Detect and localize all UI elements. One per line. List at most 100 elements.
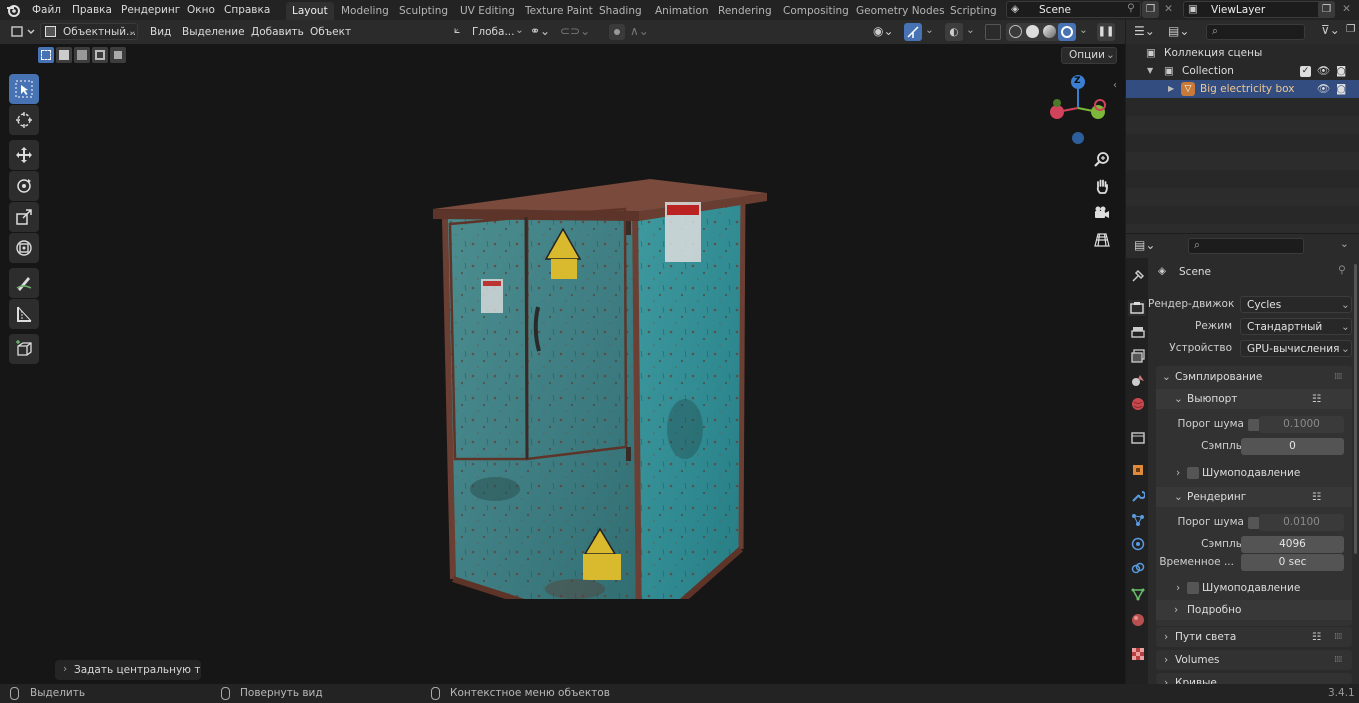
tab-geometry-nodes[interactable]: Geometry Nodes bbox=[850, 2, 951, 20]
solid-shading-icon[interactable] bbox=[1026, 25, 1039, 38]
outliner-row-object[interactable]: ▶ ▽ Big electricity box 👁 ◙ bbox=[1126, 80, 1359, 98]
3d-viewport[interactable]: Опции ⌄ Z ‹ › Задать центральную т bbox=[0, 44, 1125, 684]
rendered-shading-button[interactable] bbox=[1058, 23, 1076, 41]
tool-tab-icon[interactable] bbox=[1130, 268, 1146, 284]
last-operator-panel[interactable]: › Задать центральную точк bbox=[55, 660, 201, 680]
tool-scale[interactable] bbox=[9, 202, 39, 232]
new-scene-icon[interactable]: ❐ bbox=[1142, 1, 1159, 18]
transform-orientation-selector[interactable]: ⟀ Глоба... ⌄ bbox=[452, 23, 524, 40]
drag-handle-icon[interactable]: ⁞⁞⁞⁞ bbox=[1334, 650, 1343, 670]
pivot-point-icon[interactable]: ⚭⌄ bbox=[530, 24, 550, 38]
render-engine-dropdown[interactable]: Cycles ⌄ bbox=[1240, 296, 1352, 313]
outliner-row-collection[interactable]: ▼ ▣ Collection ✓ 👁 ◙ bbox=[1126, 62, 1359, 80]
render-denoise-checkbox[interactable] bbox=[1187, 582, 1199, 594]
tab-uv-editing[interactable]: UV Editing bbox=[454, 2, 521, 20]
object-tab-icon[interactable] bbox=[1130, 462, 1146, 478]
render-subpanel-header[interactable]: ⌄ Рендеринг ☷ bbox=[1156, 487, 1352, 507]
collection-tab-icon[interactable] bbox=[1130, 430, 1146, 446]
blender-logo-icon[interactable] bbox=[6, 3, 21, 17]
display-mode-icon[interactable]: ▤⌄ bbox=[1168, 24, 1189, 38]
tab-modeling[interactable]: Modeling bbox=[335, 2, 395, 20]
viewport-denoise-checkbox[interactable] bbox=[1187, 467, 1199, 479]
disclosure-triangle-icon[interactable]: ▼ bbox=[1147, 62, 1153, 80]
chevron-down-icon[interactable]: ⌄ bbox=[966, 24, 975, 36]
drag-handle-icon[interactable]: ⁞⁞⁞⁞ bbox=[1334, 627, 1343, 647]
presets-list-icon[interactable]: ☷ bbox=[1312, 627, 1321, 647]
menu-help[interactable]: Справка bbox=[219, 2, 275, 18]
viewport-subpanel-header[interactable]: ⌄ Выюпорт ☷ bbox=[1156, 389, 1352, 409]
viewport-noise-threshold-field[interactable]: 0.1000 bbox=[1259, 416, 1344, 433]
drag-handle-icon[interactable]: ⁞⁞⁞⁞ bbox=[1334, 367, 1343, 387]
zoom-icon[interactable] bbox=[1091, 148, 1113, 170]
filter-icon[interactable]: ⊽⌄ bbox=[1321, 23, 1340, 37]
new-collection-icon[interactable]: ❐ bbox=[1346, 23, 1355, 35]
volumes-panel[interactable]: › Volumes ⁞⁞⁞⁞ bbox=[1156, 650, 1352, 670]
viewport-samples-field[interactable]: 0 bbox=[1241, 438, 1344, 455]
options-dropdown[interactable]: Опции ⌄ bbox=[1061, 47, 1117, 64]
tool-add-cube[interactable] bbox=[9, 334, 39, 364]
pin-icon[interactable]: ⚲ bbox=[1127, 2, 1135, 14]
view-layer-tab-icon[interactable] bbox=[1130, 348, 1146, 364]
scene-tab-icon[interactable] bbox=[1130, 372, 1146, 388]
modifier-tab-icon[interactable] bbox=[1130, 488, 1146, 504]
gizmo-toggle-button[interactable] bbox=[904, 23, 922, 41]
physics-tab-icon[interactable] bbox=[1130, 536, 1146, 552]
data-tab-icon[interactable] bbox=[1130, 586, 1146, 602]
properties-editor-icon[interactable]: ▤⌄ bbox=[1134, 238, 1155, 252]
tab-compositing[interactable]: Compositing bbox=[777, 2, 855, 20]
presets-list-icon[interactable]: ☷ bbox=[1312, 487, 1321, 507]
eye-icon[interactable]: 👁 bbox=[1317, 62, 1330, 80]
eye-icon[interactable]: 👁 bbox=[1317, 80, 1330, 98]
texture-tab-icon[interactable] bbox=[1130, 646, 1146, 662]
tab-rendering[interactable]: Rendering bbox=[712, 2, 778, 20]
menu-edit[interactable]: Правка bbox=[67, 2, 117, 18]
close-view-layer-icon[interactable]: ✕ bbox=[1339, 1, 1354, 18]
tool-move[interactable] bbox=[9, 140, 39, 170]
menu-add[interactable]: Добавить bbox=[251, 25, 304, 39]
outliner-editor-icon[interactable]: ☰⌄ bbox=[1134, 24, 1155, 38]
pause-render-icon[interactable]: ❚❚ bbox=[1097, 23, 1115, 41]
select-intersect-icon[interactable] bbox=[110, 47, 126, 63]
outliner-row-scene-collection[interactable]: ▣ Коллекция сцены bbox=[1126, 44, 1359, 62]
tab-scripting[interactable]: Scripting bbox=[944, 2, 1003, 20]
visibility-icon[interactable]: ◉⌄ bbox=[873, 24, 894, 38]
menu-window[interactable]: Окно bbox=[182, 2, 220, 18]
particles-tab-icon[interactable] bbox=[1130, 512, 1146, 528]
chevron-down-icon[interactable]: ⌄ bbox=[1079, 24, 1088, 36]
new-view-layer-icon[interactable]: ❐ bbox=[1318, 1, 1335, 18]
world-tab-icon[interactable] bbox=[1130, 396, 1146, 412]
pin-icon[interactable]: ⚲ bbox=[1338, 264, 1346, 276]
viewport-denoise-subpanel[interactable]: › Шумоподавление bbox=[1156, 463, 1352, 483]
render-camera-icon[interactable]: ◙ bbox=[1336, 62, 1346, 80]
properties-search-input[interactable]: ⌕ bbox=[1188, 238, 1304, 254]
render-samples-field[interactable]: 4096 bbox=[1241, 536, 1344, 553]
menu-select[interactable]: Выделение bbox=[182, 25, 245, 39]
scene-selector[interactable]: ◈ Scene ⚲ bbox=[1006, 1, 1141, 18]
render-tab-icon[interactable] bbox=[1128, 300, 1146, 316]
time-limit-field[interactable]: 0 sec bbox=[1241, 554, 1344, 571]
proportional-edit-button[interactable] bbox=[609, 24, 625, 40]
tool-transform[interactable] bbox=[9, 233, 39, 263]
render-noise-threshold-field[interactable]: 0.0100 bbox=[1259, 514, 1344, 531]
output-tab-icon[interactable] bbox=[1130, 324, 1146, 340]
select-extend-icon[interactable] bbox=[56, 47, 72, 63]
tool-annotate[interactable] bbox=[9, 268, 39, 298]
render-denoise-subpanel[interactable]: › Шумоподавление bbox=[1156, 578, 1352, 598]
tool-measure[interactable] bbox=[9, 299, 39, 329]
render-camera-icon[interactable]: ◙ bbox=[1336, 80, 1346, 98]
snap-icon[interactable]: ⊂⊃⌄ bbox=[560, 24, 590, 38]
falloff-icon[interactable]: ∧⌄ bbox=[630, 24, 649, 38]
hand-pan-icon[interactable] bbox=[1091, 175, 1113, 197]
wireframe-shading-icon[interactable] bbox=[1009, 25, 1022, 38]
select-new-icon[interactable] bbox=[38, 47, 54, 63]
menu-render[interactable]: Рендеринг bbox=[116, 2, 185, 18]
constraints-tab-icon[interactable] bbox=[1130, 560, 1146, 576]
material-tab-icon[interactable] bbox=[1130, 612, 1146, 628]
tab-animation[interactable]: Animation bbox=[649, 2, 715, 20]
camera-view-icon[interactable] bbox=[1091, 202, 1113, 224]
close-scene-icon[interactable]: ✕ bbox=[1161, 1, 1176, 18]
tab-shading[interactable]: Shading bbox=[593, 2, 648, 20]
tool-cursor[interactable] bbox=[9, 105, 39, 135]
device-dropdown[interactable]: GPU-вычисления ⌄ bbox=[1240, 340, 1352, 357]
curves-panel[interactable]: › Кривые bbox=[1156, 673, 1352, 684]
